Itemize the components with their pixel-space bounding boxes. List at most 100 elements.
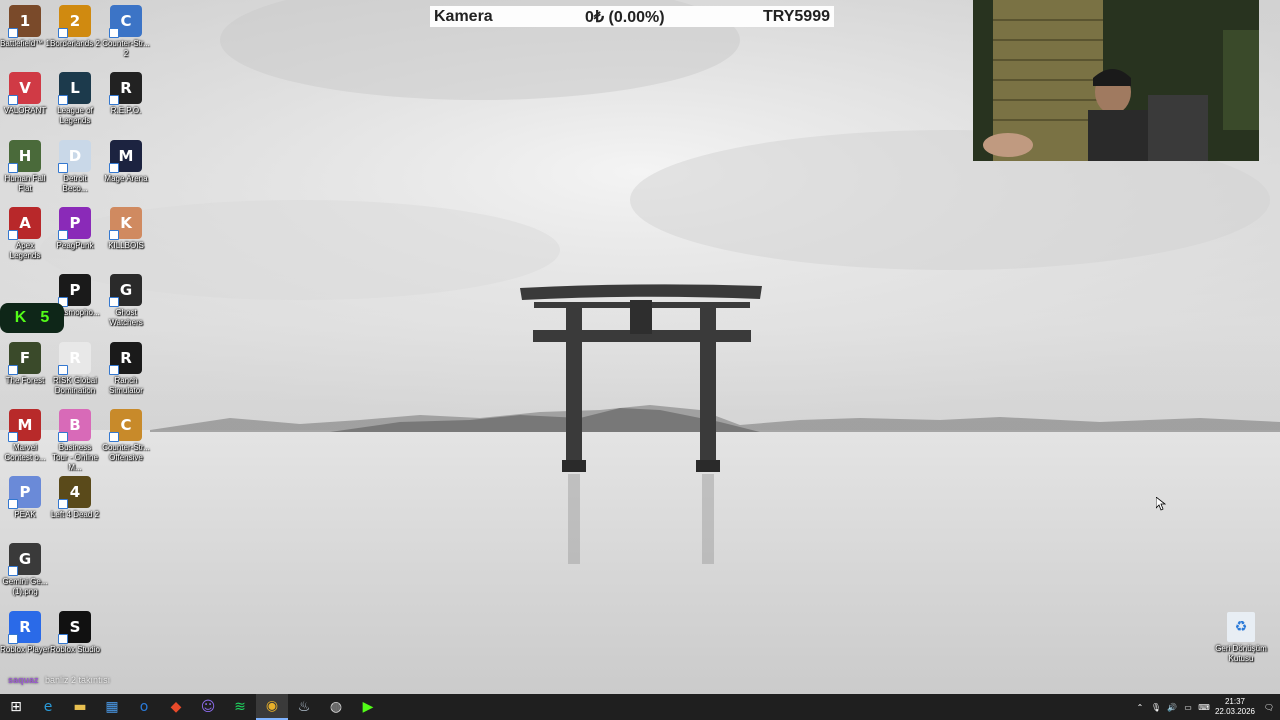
desktop-icon-label: Detroit Beco...	[62, 174, 88, 193]
chrome-icon[interactable]: ◉	[256, 694, 288, 720]
brave-icon[interactable]: ◆	[160, 694, 192, 720]
chat-message: saquaz banliz 2 takıntısı	[8, 675, 110, 685]
shortcut-arrow-icon	[8, 163, 18, 173]
shortcut-arrow-icon	[58, 95, 68, 105]
app-icon: S	[58, 611, 91, 644]
desktop-icon-label: Mage Arena	[104, 174, 148, 183]
shortcut-arrow-icon	[58, 499, 68, 509]
kick-logo-icon: K	[14, 309, 27, 326]
desktop-icon[interactable]: C Counter-Str... 2	[101, 5, 151, 59]
shortcut-arrow-icon	[109, 432, 119, 442]
desktop-icon[interactable]: G Gemini Ge... (1).png	[0, 543, 50, 597]
desktop-icon[interactable]: 4 Left 4 Dead 2	[50, 476, 100, 520]
taskbar-apps: ⊞ e ▬ ▦ o ◆ ☺ ≋ ◉ ♨ ◍ ▶	[0, 694, 384, 720]
shortcut-arrow-icon	[8, 28, 18, 38]
app-icon: 1	[8, 5, 41, 38]
file-explorer-icon[interactable]: ▬	[64, 694, 96, 720]
app-icon: 2	[58, 5, 91, 38]
chat-username: saquaz	[8, 675, 39, 685]
desktop-icon[interactable]: H Human Fall Flat	[0, 140, 50, 194]
target-value: TRY5999	[763, 7, 830, 25]
edge-icon[interactable]: e	[32, 694, 64, 720]
shortcut-arrow-icon	[58, 163, 68, 173]
store-icon[interactable]: ▦	[96, 694, 128, 720]
volume-icon[interactable]: 🔊	[1164, 703, 1180, 712]
app-icon: A	[8, 207, 41, 240]
desktop-icon[interactable]: R Ranch Simulator	[101, 342, 151, 396]
desktop-icon[interactable]: C Counter-Str... Offensive	[101, 409, 151, 463]
desktop-icon[interactable]: R RISK Global Domination	[50, 342, 100, 396]
network-icon[interactable]: ▭	[1180, 703, 1196, 712]
shortcut-arrow-icon	[109, 163, 119, 173]
desktop-icon-label: Counter-Str... 2	[102, 39, 150, 58]
shortcut-arrow-icon	[58, 432, 68, 442]
kick-viewer-badge: K 5	[0, 303, 64, 333]
desktop-icon-label: Ranch Simulator	[109, 376, 143, 395]
language-icon[interactable]: ⌨	[1196, 703, 1212, 712]
taskbar: ⊞ e ▬ ▦ o ◆ ☺ ≋ ◉ ♨ ◍ ▶ ⌃ 🎙 🔊 ▭ ⌨ 21:37 22.03.2026 …	[0, 694, 1280, 720]
desktop-icon[interactable]: P PEAK	[0, 476, 50, 520]
webcam-feed	[973, 0, 1259, 161]
app-icon: G	[109, 274, 142, 307]
shortcut-arrow-icon	[8, 566, 18, 576]
recycle-bin-icon: ♻	[1227, 612, 1255, 642]
desktop-icon[interactable]: L League of Legends	[50, 72, 100, 126]
desktop-icon[interactable]: B Business Tour - Online M...	[50, 409, 100, 473]
taskbar-clock[interactable]: 21:37 22.03.2026	[1212, 697, 1258, 717]
desktop-icon[interactable]: 1 Battlefield™ 1	[0, 5, 50, 49]
outlook-icon[interactable]: o	[128, 694, 160, 720]
desktop-icon[interactable]: M Marvel Contest o...	[0, 409, 50, 463]
spotify-icon[interactable]: ≋	[224, 694, 256, 720]
stream-overlay-bar: Kamera 0₺ (0.00%) TRY5999	[430, 6, 834, 27]
shortcut-arrow-icon	[109, 365, 119, 375]
shortcut-arrow-icon	[58, 634, 68, 644]
desktop-icon[interactable]: V VALORANT	[0, 72, 50, 116]
desktop-icon[interactable]: R R.E.P.O.	[101, 72, 151, 116]
desktop-icon-label: Counter-Str... Offensive	[102, 443, 150, 462]
desktop-icon-label: Battlefield™ 1	[0, 39, 50, 48]
notifications-icon[interactable]: 🗨	[1258, 703, 1280, 712]
shortcut-arrow-icon	[8, 95, 18, 105]
shortcut-arrow-icon	[58, 28, 68, 38]
kick-icon[interactable]: ▶	[352, 694, 384, 720]
desktop-icon[interactable]: S Roblox Studio	[50, 611, 100, 655]
desktop-icon-label: Apex Legends	[9, 241, 41, 260]
desktop-icon-label: PEAK	[14, 510, 36, 519]
microphone-icon[interactable]: 🎙	[1148, 703, 1164, 712]
desktop-icon[interactable]: F The Forest	[0, 342, 50, 386]
app-icon: R	[109, 72, 142, 105]
obs-icon[interactable]: ◍	[320, 694, 352, 720]
desktop-icon-label: PeagPunk	[56, 241, 94, 250]
desktop-icon[interactable]: R Roblox Player	[0, 611, 50, 655]
app-icon: M	[109, 140, 142, 173]
app-icon: P	[58, 274, 91, 307]
app-icon: D	[58, 140, 91, 173]
webcam-image	[973, 0, 1259, 161]
mouse-cursor-icon	[1156, 497, 1166, 511]
app-icon: B	[58, 409, 91, 442]
shortcut-arrow-icon	[8, 432, 18, 442]
app-icon: L	[58, 72, 91, 105]
discord-icon[interactable]: ☺	[192, 694, 224, 720]
shortcut-arrow-icon	[109, 230, 119, 240]
steam-icon[interactable]: ♨	[288, 694, 320, 720]
desktop-icon[interactable]: D Detroit Beco...	[50, 140, 100, 194]
desktop-icon-label: Ghost Watchers	[109, 308, 143, 327]
desktop-icon[interactable]: G Ghost Watchers	[101, 274, 151, 328]
desktop-icon[interactable]: 2 Borderlands 2	[50, 5, 100, 49]
desktop-icon[interactable]: A Apex Legends	[0, 207, 50, 261]
desktop-icon[interactable]: K KILLBOIS	[101, 207, 151, 251]
recycle-bin[interactable]: ♻ Geri Dönüşüm Kutusu	[1215, 612, 1267, 664]
desktop-icon[interactable]: M Mage Arena	[101, 140, 151, 184]
app-icon: R	[109, 342, 142, 375]
shortcut-arrow-icon	[109, 28, 119, 38]
chevron-up-icon[interactable]: ⌃	[1132, 703, 1148, 712]
start-button[interactable]: ⊞	[0, 694, 32, 720]
desktop-icon-label: Gemini Ge... (1).png	[2, 577, 48, 596]
desktop-icon-label: Human Fall Flat	[4, 174, 46, 193]
shortcut-arrow-icon	[8, 499, 18, 509]
app-icon: M	[8, 409, 41, 442]
app-icon: C	[109, 5, 142, 38]
desktop-icon[interactable]: P PeagPunk	[50, 207, 100, 251]
desktop-icon-label: Business Tour - Online M...	[52, 443, 98, 472]
